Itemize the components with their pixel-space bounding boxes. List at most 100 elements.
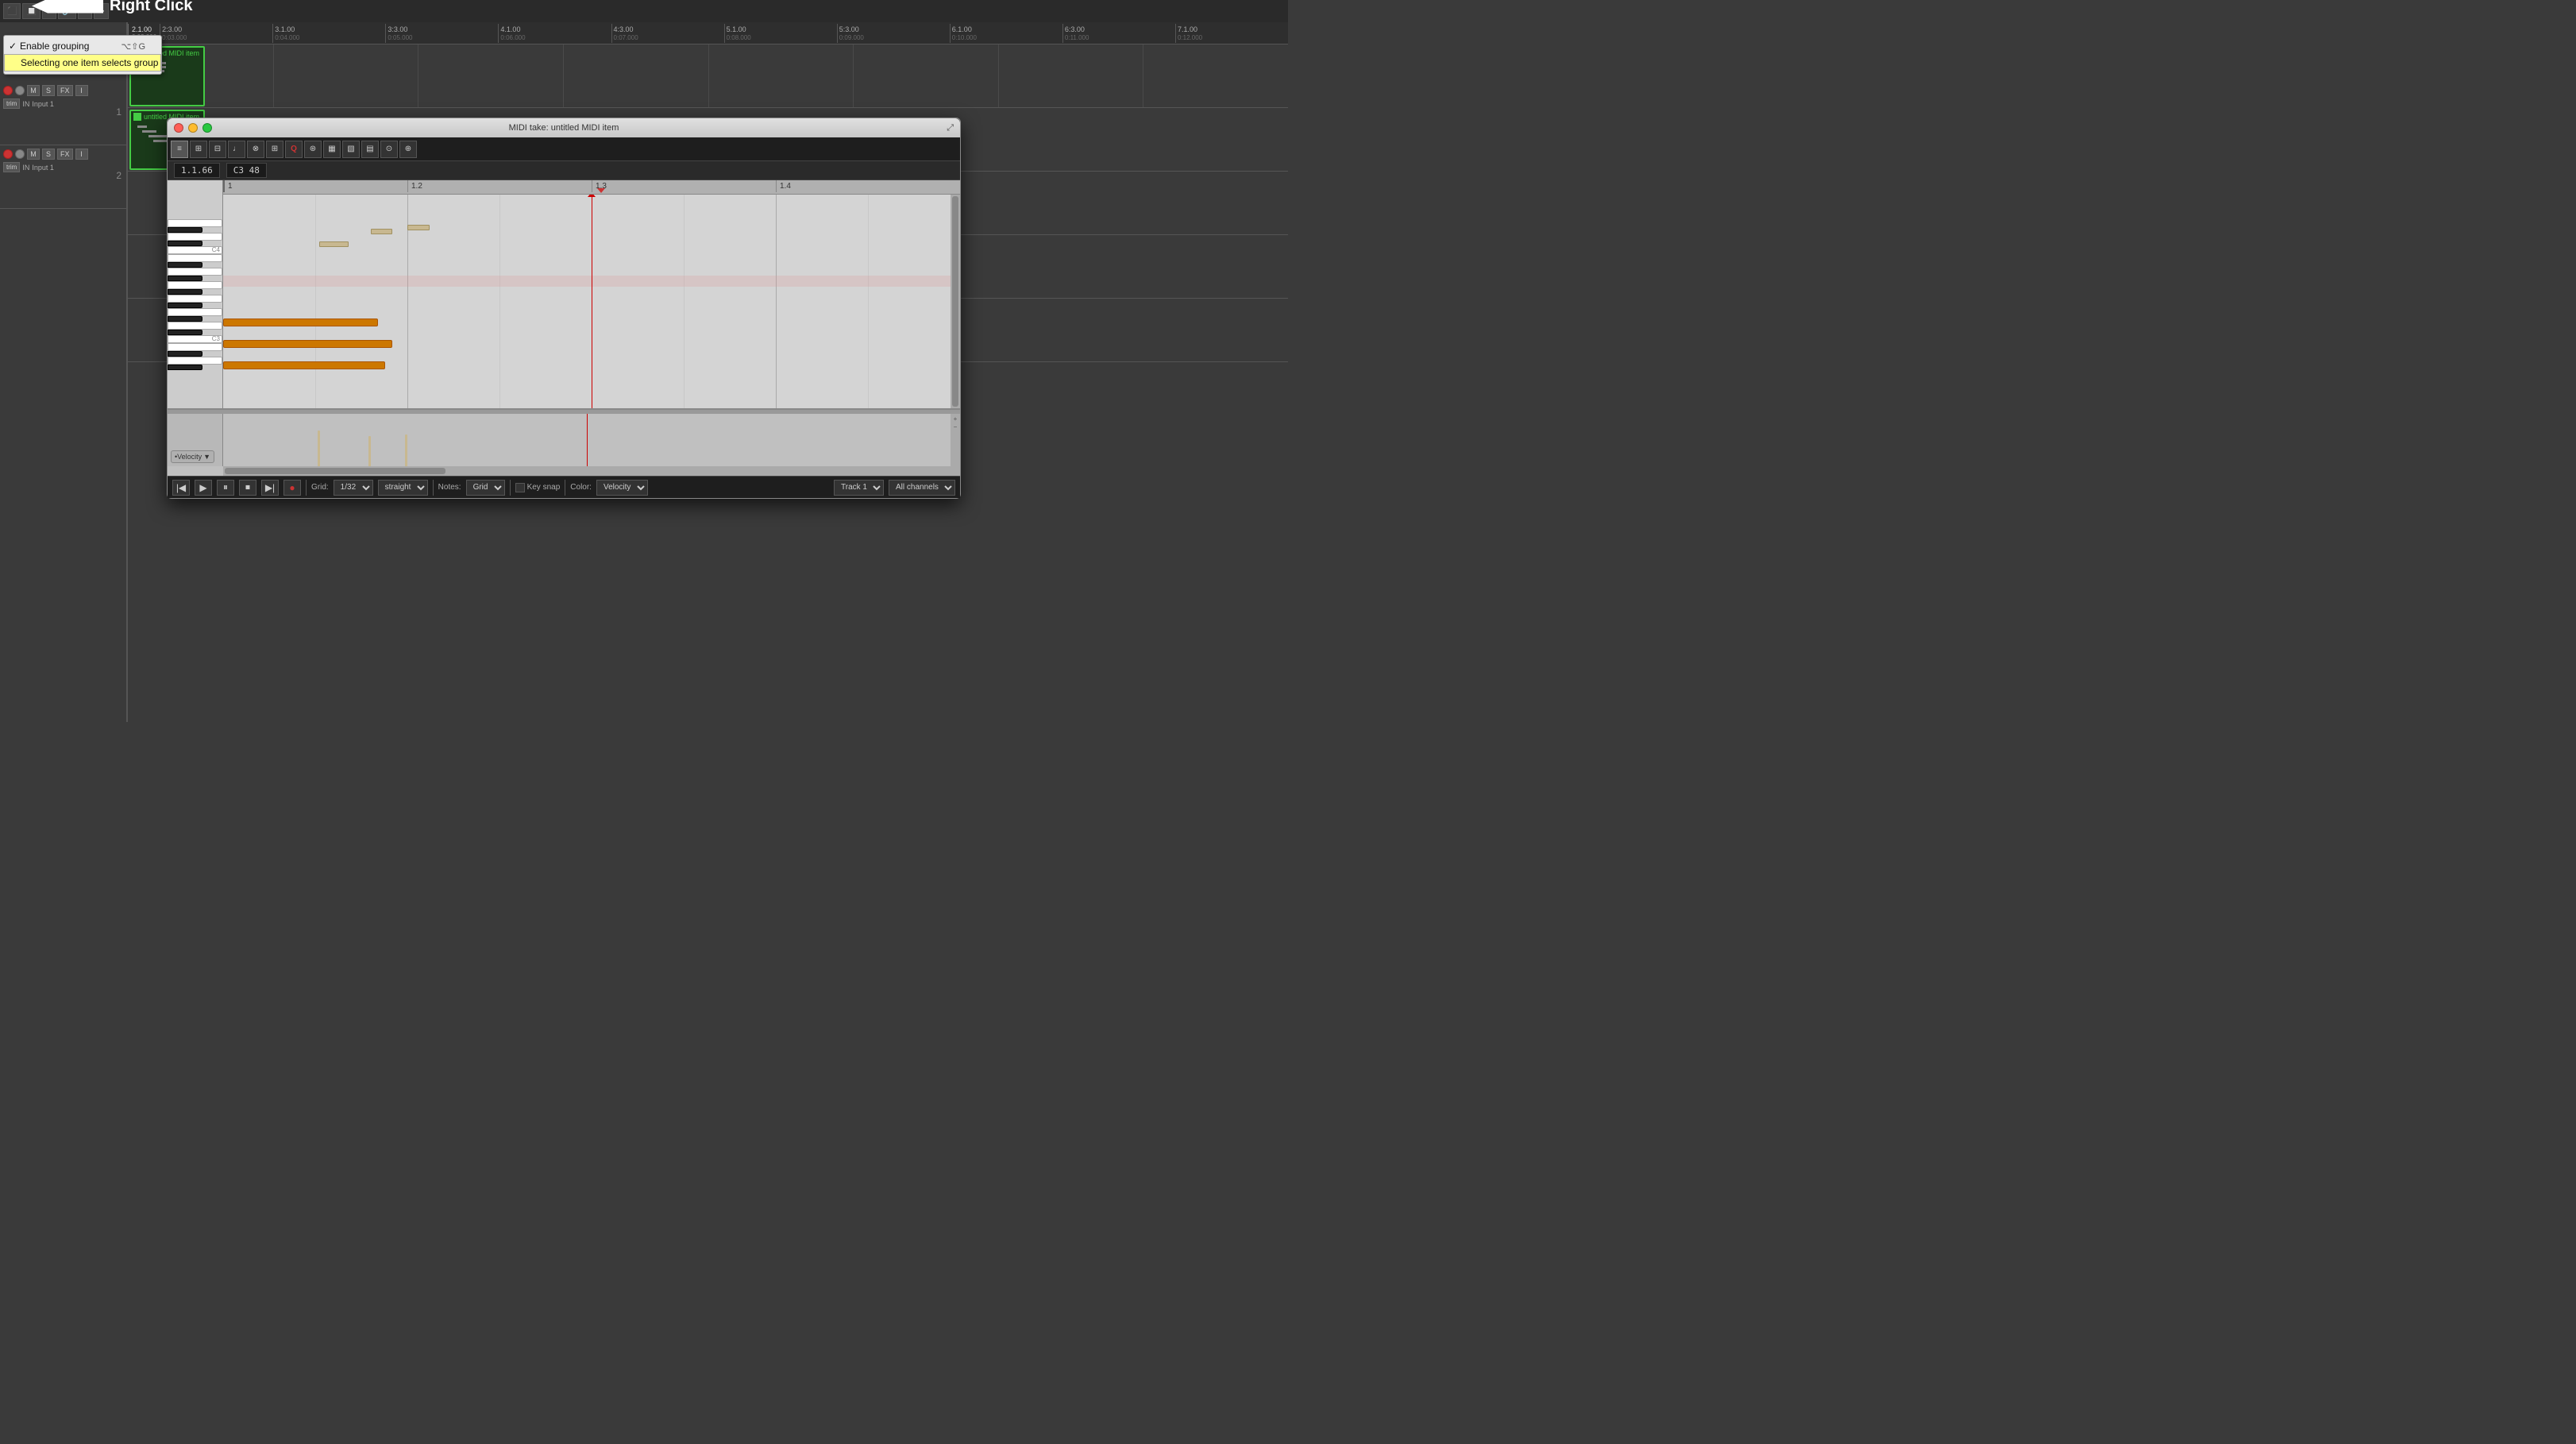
- piano-key-a3[interactable]: [168, 268, 222, 276]
- piano-key-a2[interactable]: [168, 357, 222, 365]
- minimize-btn[interactable]: [188, 123, 198, 133]
- track-io-btn-1[interactable]: I: [75, 85, 88, 96]
- record-btn-2[interactable]: [3, 149, 13, 159]
- track-input-row-1: trim IN Input 1: [3, 98, 123, 109]
- clip-2-note-1: [137, 125, 147, 128]
- velocity-hscroll[interactable]: [223, 466, 960, 476]
- piano-key-ab3[interactable]: [168, 276, 202, 281]
- piano-key-db3[interactable]: [168, 330, 202, 335]
- toolbar-btn-3[interactable]: ✂: [42, 3, 56, 19]
- midi-tool-6[interactable]: ⊞: [266, 141, 283, 158]
- midi-tool-10[interactable]: ▧: [342, 141, 360, 158]
- piano-key-e3-black[interactable]: [168, 303, 202, 308]
- midi-tool-draw[interactable]: ⊞: [190, 141, 207, 158]
- top-toolbar: Right Click ⬛ 🔲 ✂ 🔗 ↩ ↪: [0, 0, 1288, 22]
- track-fx-btn-2[interactable]: FX: [57, 149, 73, 160]
- volume-knob-1[interactable]: [15, 86, 25, 95]
- toolbar-btn-5[interactable]: ↩: [78, 3, 92, 19]
- color-select[interactable]: Velocity: [596, 480, 648, 496]
- velocity-selector-label: •Velocity: [175, 453, 202, 461]
- midi-note-c3-2[interactable]: [223, 361, 385, 369]
- track-trim-btn-2[interactable]: trim: [3, 162, 20, 172]
- notes-select[interactable]: Grid: [466, 480, 505, 496]
- close-btn[interactable]: [174, 123, 183, 133]
- piano-key-e3[interactable]: [168, 308, 222, 316]
- piano-key-b2[interactable]: [168, 343, 222, 351]
- grid-v-3: [776, 195, 777, 408]
- transport-play[interactable]: ▶: [195, 480, 212, 496]
- ruler-marks-rest: 2:3.000:03.000 3.1.000:04.000 3:3.000:05…: [160, 24, 1288, 43]
- toolbar-btn-2[interactable]: 🔲: [22, 3, 40, 19]
- piano-key-eb4[interactable]: [168, 227, 202, 233]
- track-trim-btn-1[interactable]: trim: [3, 98, 20, 109]
- midi-tool-select[interactable]: ≡: [171, 141, 188, 158]
- track-s-btn-1[interactable]: S: [42, 85, 55, 96]
- piano-key-ab2[interactable]: [168, 365, 202, 370]
- toolbar-btn-4[interactable]: 🔗: [58, 3, 75, 19]
- midi-tool-11[interactable]: ▤: [361, 141, 379, 158]
- scroll-thumb-v[interactable]: [952, 196, 958, 407]
- track-io-btn-2[interactable]: I: [75, 149, 88, 160]
- scroll-v[interactable]: [951, 195, 960, 408]
- resize-icon[interactable]: ⤢: [947, 123, 954, 133]
- track-fx-btn-1[interactable]: FX: [57, 85, 73, 96]
- midi-grid[interactable]: [223, 195, 960, 408]
- midi-note-bb2-1[interactable]: [223, 319, 378, 326]
- piano-key-e4[interactable]: [168, 219, 222, 227]
- ruler-container: 2.1.00 0:02.000 2:3.000:03.000 3.1.000:0…: [128, 22, 1288, 44]
- maximize-btn[interactable]: [202, 123, 212, 133]
- midi-tool-5[interactable]: ⊗: [247, 141, 264, 158]
- midi-tool-q[interactable]: Q: [285, 141, 303, 158]
- track-m-btn-1[interactable]: M: [27, 85, 40, 96]
- piano-key-eb3[interactable]: [168, 316, 202, 322]
- transport-next[interactable]: ▶|: [261, 480, 279, 496]
- midi-note-c3-1[interactable]: [223, 340, 392, 348]
- toolbar-btn-1[interactable]: ⬛: [3, 3, 21, 19]
- velocity-selector-arrow: ▼: [203, 453, 210, 461]
- midi-note-beige-3[interactable]: [407, 225, 430, 230]
- track-select[interactable]: Track 1: [834, 480, 884, 496]
- midi-tool-13[interactable]: ⊕: [399, 141, 417, 158]
- piano-key-bb3[interactable]: [168, 262, 202, 268]
- midi-tool-8[interactable]: ⊛: [304, 141, 322, 158]
- midi-tool-music[interactable]: ♩: [228, 141, 245, 158]
- velocity-selector[interactable]: •Velocity ▼: [171, 450, 214, 463]
- piano-key-c4[interactable]: C4: [168, 246, 222, 254]
- piano-key-b3[interactable]: [168, 254, 222, 262]
- track-s-btn-2[interactable]: S: [42, 149, 55, 160]
- midi-note-beige-1[interactable]: [319, 241, 349, 247]
- velocity-zoom-out[interactable]: −: [954, 423, 958, 430]
- piano-key-f3[interactable]: [168, 295, 222, 303]
- track-m-btn-2[interactable]: M: [27, 149, 40, 160]
- velocity-zoom-in[interactable]: +: [954, 415, 958, 423]
- context-menu-enable-grouping[interactable]: Enable grouping ⌥⇧G: [4, 38, 161, 54]
- transport-stop[interactable]: ⏹: [239, 480, 256, 496]
- midi-tool-erase[interactable]: ⊟: [209, 141, 226, 158]
- piano-key-db4[interactable]: [168, 241, 202, 246]
- piano-key-d3[interactable]: [168, 322, 222, 330]
- midi-tool-12[interactable]: ⊙: [380, 141, 398, 158]
- piano-key-c3[interactable]: C3: [168, 335, 222, 343]
- piano-key-gb3[interactable]: [168, 289, 202, 295]
- enable-grouping-label: Enable grouping: [20, 41, 89, 52]
- channels-select[interactable]: All channels: [889, 480, 955, 496]
- ruler-mark-5: 4:3.000:07.000: [611, 24, 724, 43]
- midi-note-beige-2[interactable]: [371, 229, 393, 234]
- toolbar-btn-6[interactable]: ↪: [94, 3, 108, 19]
- transport-start[interactable]: |◀: [172, 480, 190, 496]
- midi-tool-9[interactable]: ▦: [323, 141, 341, 158]
- velocity-hscroll-thumb[interactable]: [225, 468, 445, 474]
- transport-record[interactable]: ●: [283, 480, 301, 496]
- context-menu-select-group[interactable]: Selecting one item selects group: [4, 54, 161, 71]
- transport-pause[interactable]: ⏸: [217, 480, 234, 496]
- enable-grouping-shortcut: ⌥⇧G: [121, 41, 145, 52]
- record-btn-1[interactable]: [3, 86, 13, 95]
- piano-key-bb2[interactable]: [168, 351, 202, 357]
- straight-select[interactable]: straight: [378, 480, 428, 496]
- key-snap-label[interactable]: Key snap: [515, 483, 561, 492]
- key-snap-checkbox[interactable]: [515, 483, 525, 492]
- grid-select[interactable]: 1/32 1/16 1/8: [334, 480, 373, 496]
- piano-key-d4[interactable]: [168, 233, 222, 241]
- volume-knob-2[interactable]: [15, 149, 25, 159]
- piano-key-g3[interactable]: [168, 281, 222, 289]
